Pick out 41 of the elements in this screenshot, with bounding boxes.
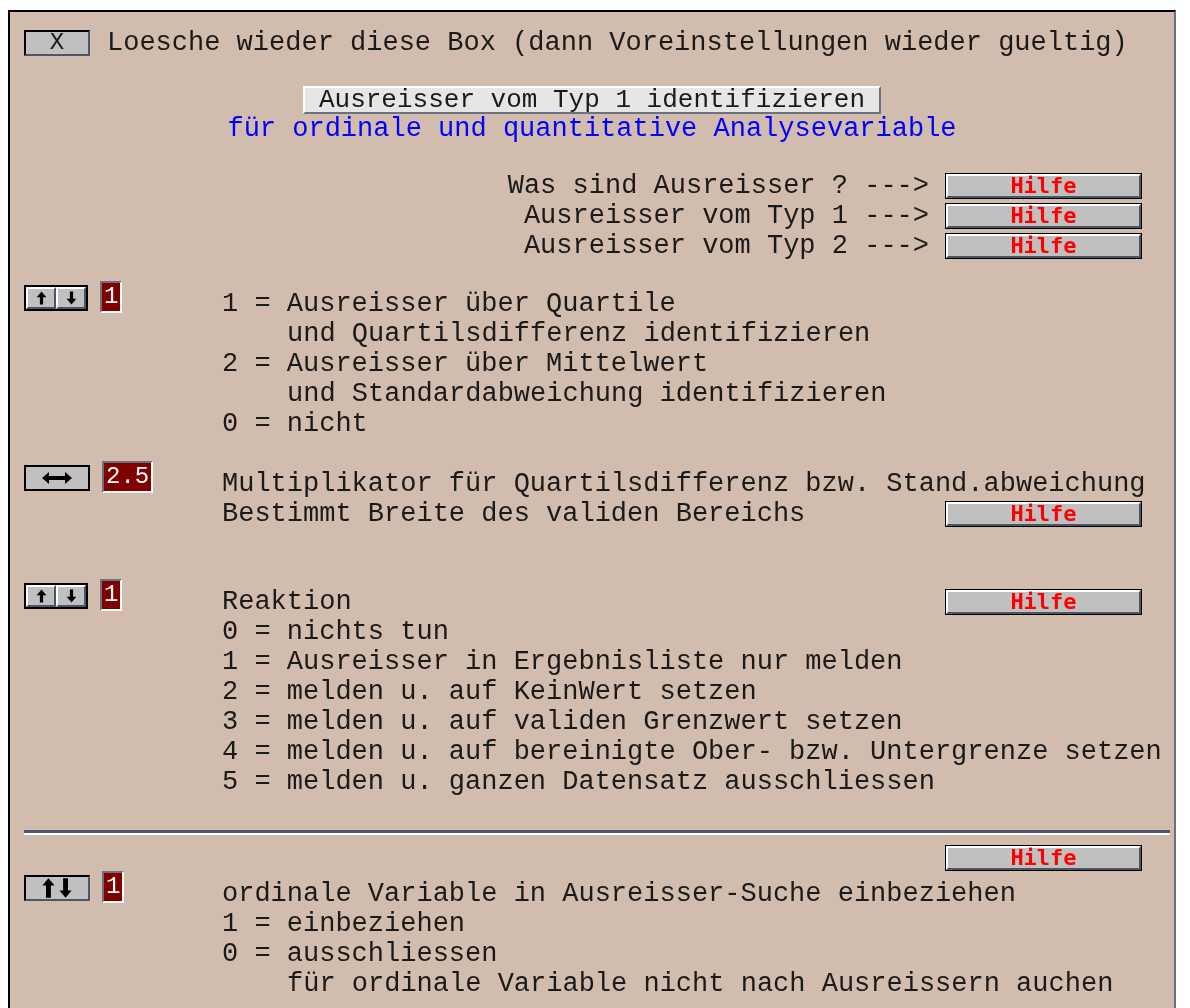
value-field[interactable]: 1 [100, 281, 123, 313]
stepper-button[interactable] [24, 875, 90, 901]
close-button[interactable]: X [24, 30, 90, 56]
help-link-label: Ausreisser vom Typ 1 ---> [523, 201, 929, 231]
stepper-button[interactable] [24, 465, 90, 491]
help-link-label: Ausreisser vom Typ 2 ---> [523, 231, 929, 261]
option-text: 3 = melden u. auf validen Grenzwert setzen [222, 707, 903, 737]
option-text: 2 = melden u. auf KeinWert setzen [222, 677, 757, 707]
option-text: 1 = einbeziehen [222, 909, 466, 939]
option-text: 2 = Ausreisser über Mittelwert [222, 349, 709, 379]
up-button[interactable] [26, 585, 56, 607]
option-text: 5 = melden u. ganzen Datensatz ausschliessen [222, 767, 935, 797]
option-text: für ordinale Variable nicht nach Ausreissern auchen [287, 969, 1114, 999]
up-button[interactable] [26, 287, 56, 309]
option-text: 4 = melden u. auf bereinigte Ober- bzw. Untergrenze setzen [222, 737, 1162, 767]
left-right-arrow-icon [40, 470, 74, 486]
down-button[interactable] [56, 585, 86, 607]
value-field[interactable]: 1 [102, 871, 125, 903]
subtitle: für ordinale und quantitative Analysevariable [227, 114, 957, 144]
option-text: 0 = nichts tun [222, 617, 449, 647]
help-link-label: Was sind Ausreisser ? ---> [507, 171, 929, 201]
clear-box-label: Loesche wieder diese Box (dann Voreinstellungen wieder gueltig) [107, 28, 1128, 58]
title-button[interactable]: Ausreisser vom Typ 1 identifizieren [302, 86, 882, 114]
option-text: ordinale Variable in Ausreisser-Suche einbeziehen [222, 879, 1016, 909]
option-text: Reaktion [222, 587, 352, 617]
option-text: und Standardabweichung identifizieren [287, 379, 887, 409]
down-arrow-icon [64, 290, 78, 306]
value-field[interactable]: 2.5 [102, 461, 154, 493]
option-text: und Quartilsdifferenz identifizieren [287, 319, 871, 349]
up-arrow-icon [34, 290, 48, 306]
option-text: 0 = nicht [222, 409, 368, 439]
down-button[interactable] [56, 287, 86, 309]
option-text: 1 = Ausreisser über Quartile [222, 289, 676, 319]
value-field[interactable]: 1 [100, 579, 123, 611]
option-text: Multiplikator für Quartilsdifferenz bzw. Stand.abweichung [222, 469, 1146, 499]
down-arrow-icon [64, 588, 78, 604]
option-text: 0 = ausschliessen [222, 939, 498, 969]
option-text: Bestimmt Breite des validen Bereichs [222, 499, 806, 529]
up-arrow-icon [34, 588, 48, 604]
up-down-arrows-icon [40, 877, 74, 899]
option-text: 1 = Ausreisser in Ergebnisliste nur melden [222, 647, 903, 677]
